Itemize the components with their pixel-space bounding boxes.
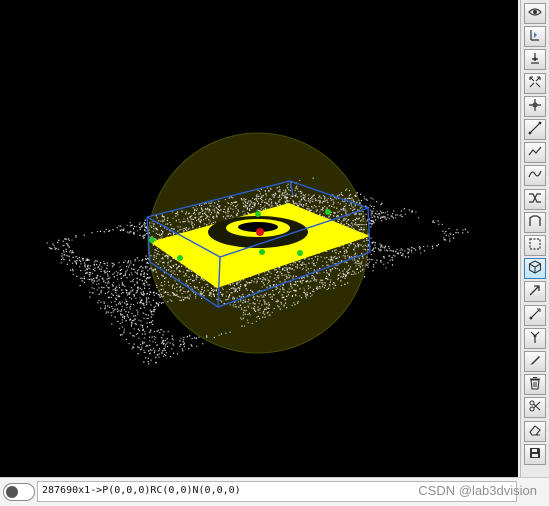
box-select-icon [528,236,542,255]
tool-select-point-button[interactable] [524,26,546,48]
toggle-knob [6,486,18,498]
fit-icon [528,74,542,93]
tool-crosshair-button[interactable] [524,95,546,117]
shuffle-icon [528,190,542,209]
toggle-switch[interactable] [3,483,35,501]
normal-icon [528,50,542,69]
cube-icon [528,259,542,278]
tool-measure-button[interactable] [524,304,546,326]
tool-polyline-button[interactable] [524,142,546,164]
bbox-handle-3 [259,249,265,255]
trash-icon [528,375,542,394]
pivot-point [256,228,264,236]
measure-icon [528,306,542,325]
tool-shuffle-button[interactable] [524,188,546,210]
tool-cut-button[interactable] [524,397,546,419]
tool-normal-button[interactable] [524,49,546,71]
tool-palette [520,0,549,477]
scissors-icon [528,398,542,417]
status-text: 287690x1->P(0,0,0)RC(0,0)N(0,0,0) [42,485,241,496]
curve-icon [528,166,542,185]
tool-delete-button[interactable] [524,374,546,396]
eye-icon [528,4,542,23]
crosshair-icon [528,97,542,116]
tool-curve-button[interactable] [524,165,546,187]
bbox-handle-2 [177,255,183,261]
tool-view-button[interactable] [524,3,546,24]
tool-save-button[interactable] [524,443,546,465]
eraser-icon [528,422,542,441]
tool-fit-button[interactable] [524,72,546,94]
pen-icon [528,352,542,371]
profile-icon [528,213,542,232]
watermark: CSDN @lab3dvision [418,483,537,498]
bbox-handle-4 [297,250,303,256]
line-icon [528,120,542,139]
tool-cube-button[interactable] [524,258,546,280]
tool-pen-button[interactable] [524,351,546,372]
status-bar: 287690x1->P(0,0,0)RC(0,0)N(0,0,0) CSDN @… [0,477,549,506]
pick-point-icon [528,27,542,46]
bbox-handle-1 [255,211,261,217]
tool-branch-button[interactable] [524,327,546,349]
tool-line-button[interactable] [524,119,546,140]
tool-box-select-button[interactable] [524,235,546,256]
save-icon [528,445,542,464]
bbox-handle-6 [149,237,155,243]
3d-viewport[interactable] [0,0,518,477]
arrow-icon [528,282,542,301]
polyline-icon [528,143,542,162]
tool-arrow-button[interactable] [524,281,546,303]
tool-erase-button[interactable] [524,420,546,442]
branch-icon [528,329,542,348]
point-cloud-scene[interactable] [0,0,518,477]
bbox-handle-5 [325,209,331,215]
tool-profile-button[interactable] [524,211,546,233]
